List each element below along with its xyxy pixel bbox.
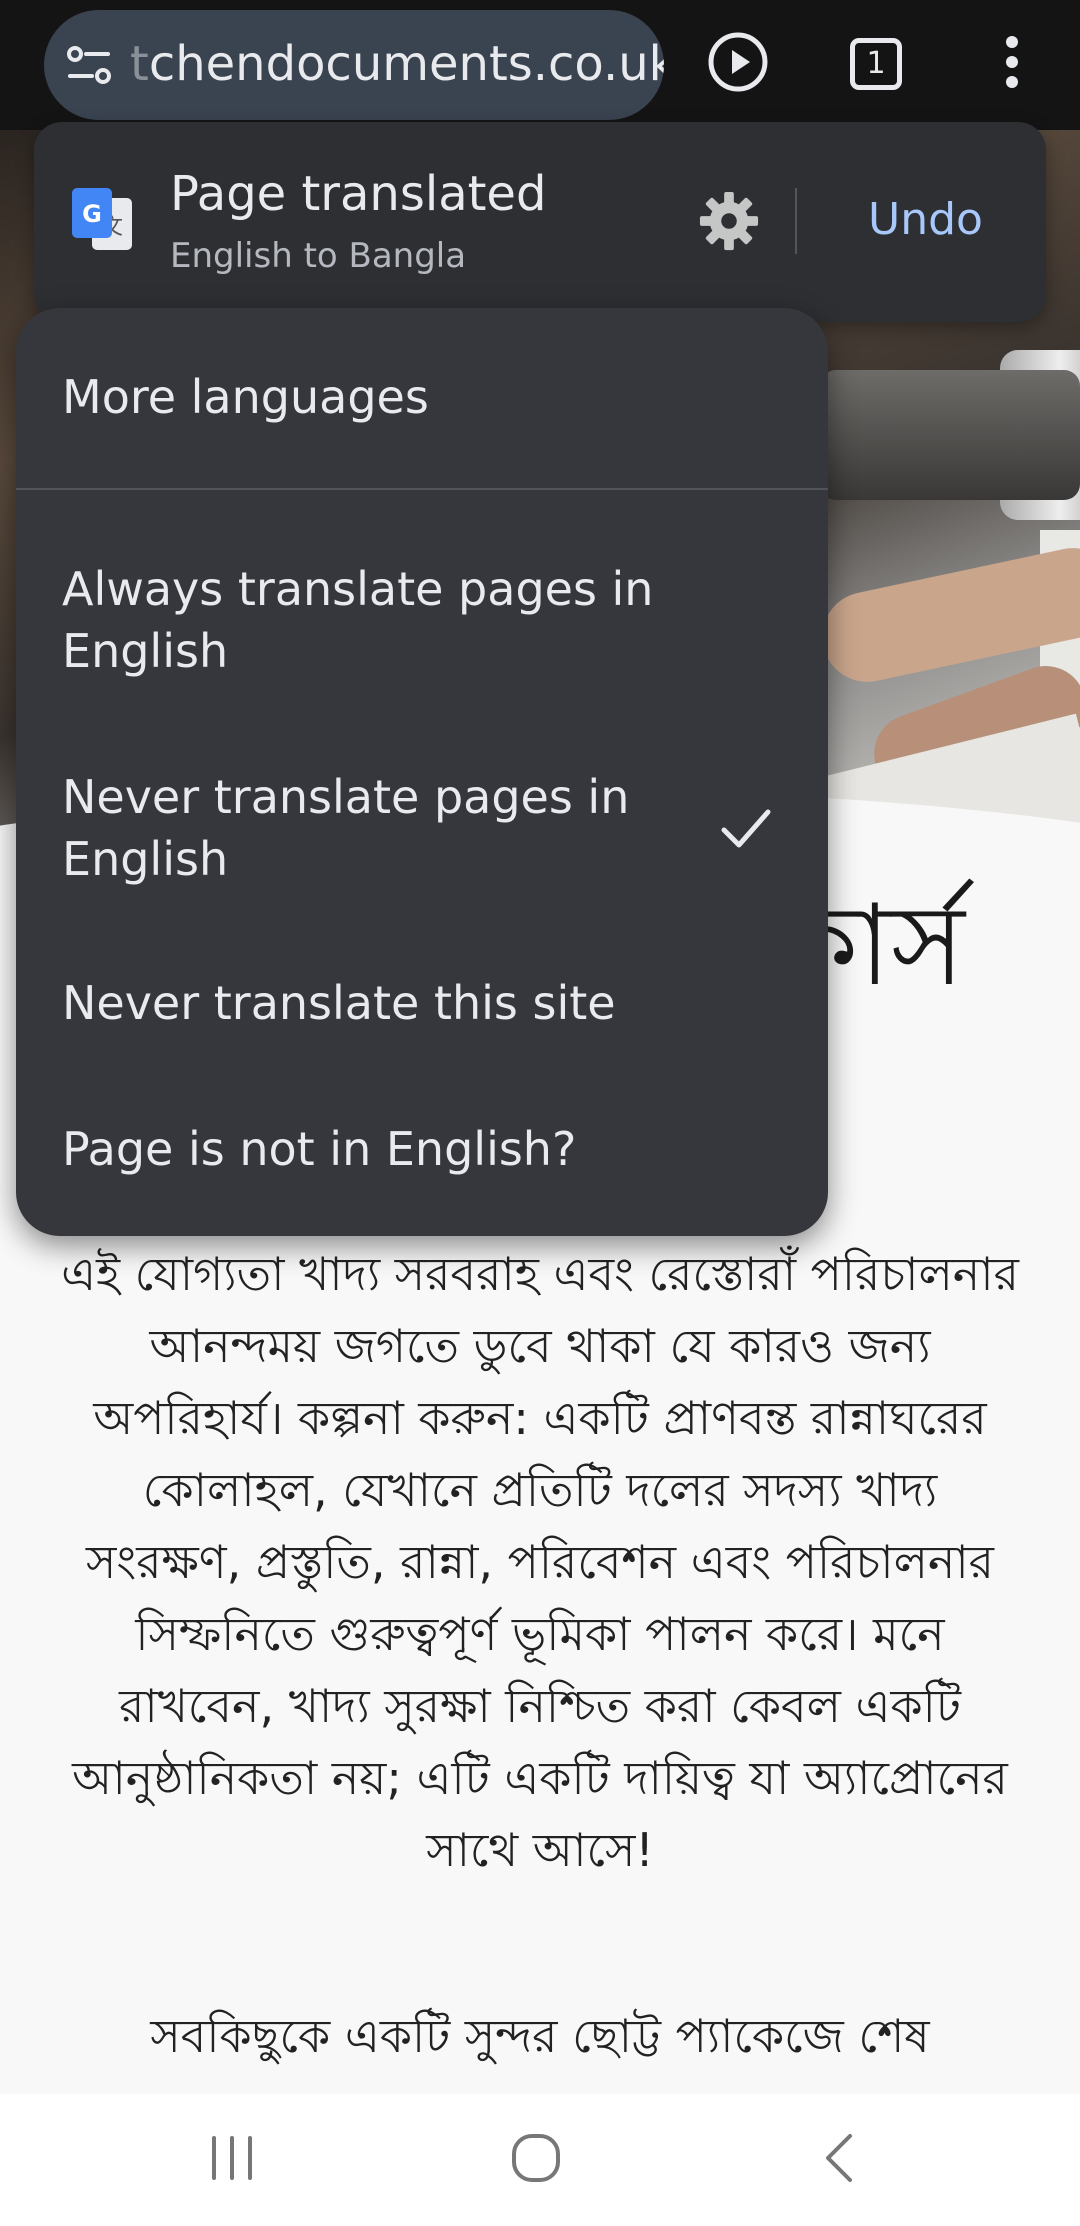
site-settings-icon[interactable] xyxy=(64,40,114,90)
translate-options-menu: More languages Always translate pages in… xyxy=(16,308,828,1236)
back-icon[interactable] xyxy=(814,2130,870,2186)
menu-item-more-languages[interactable]: More languages xyxy=(62,366,702,428)
url-text: tchendocuments.co.uk xyxy=(130,36,664,92)
home-icon[interactable] xyxy=(508,2130,564,2186)
translate-subtitle: English to Bangla xyxy=(170,236,467,276)
svg-text:G: G xyxy=(82,200,102,228)
undo-button[interactable]: Undo xyxy=(868,192,983,248)
article-paragraph: এই যোগ্যতা খাদ্য সরবরাহ এবং রেস্তোরাঁ পর… xyxy=(61,1247,1019,1877)
recent-apps-icon[interactable] xyxy=(204,2130,260,2186)
menu-item-never-translate-site[interactable]: Never translate this site xyxy=(62,972,702,1034)
checkmark-icon xyxy=(721,809,771,848)
google-translate-icon: 文 G xyxy=(72,188,132,250)
article-paragraph-2: সবকিছুকে একটি সুন্দর ছোট্ট প্যাকেজে শেষ xyxy=(150,2009,930,2063)
browser-toolbar: tchendocuments.co.uk 1 xyxy=(0,0,1080,130)
translate-title: Page translated xyxy=(170,166,547,222)
menu-divider xyxy=(16,488,828,490)
address-bar[interactable]: tchendocuments.co.uk xyxy=(44,10,664,120)
play-icon[interactable] xyxy=(706,30,770,94)
system-nav-bar xyxy=(0,2094,1080,2226)
menu-item-always-translate[interactable]: Always translate pages in English xyxy=(62,558,702,682)
gear-icon[interactable] xyxy=(698,190,760,252)
translate-bar-divider xyxy=(795,188,797,254)
translate-bar: 文 G Page translated English to Bangla Un… xyxy=(34,122,1046,322)
tab-switcher-icon[interactable]: 1 xyxy=(850,38,902,90)
menu-item-page-not-english[interactable]: Page is not in English? xyxy=(62,1118,702,1180)
menu-item-never-translate-language[interactable]: Never translate pages in English xyxy=(62,766,702,890)
more-vert-icon[interactable] xyxy=(992,30,1032,94)
